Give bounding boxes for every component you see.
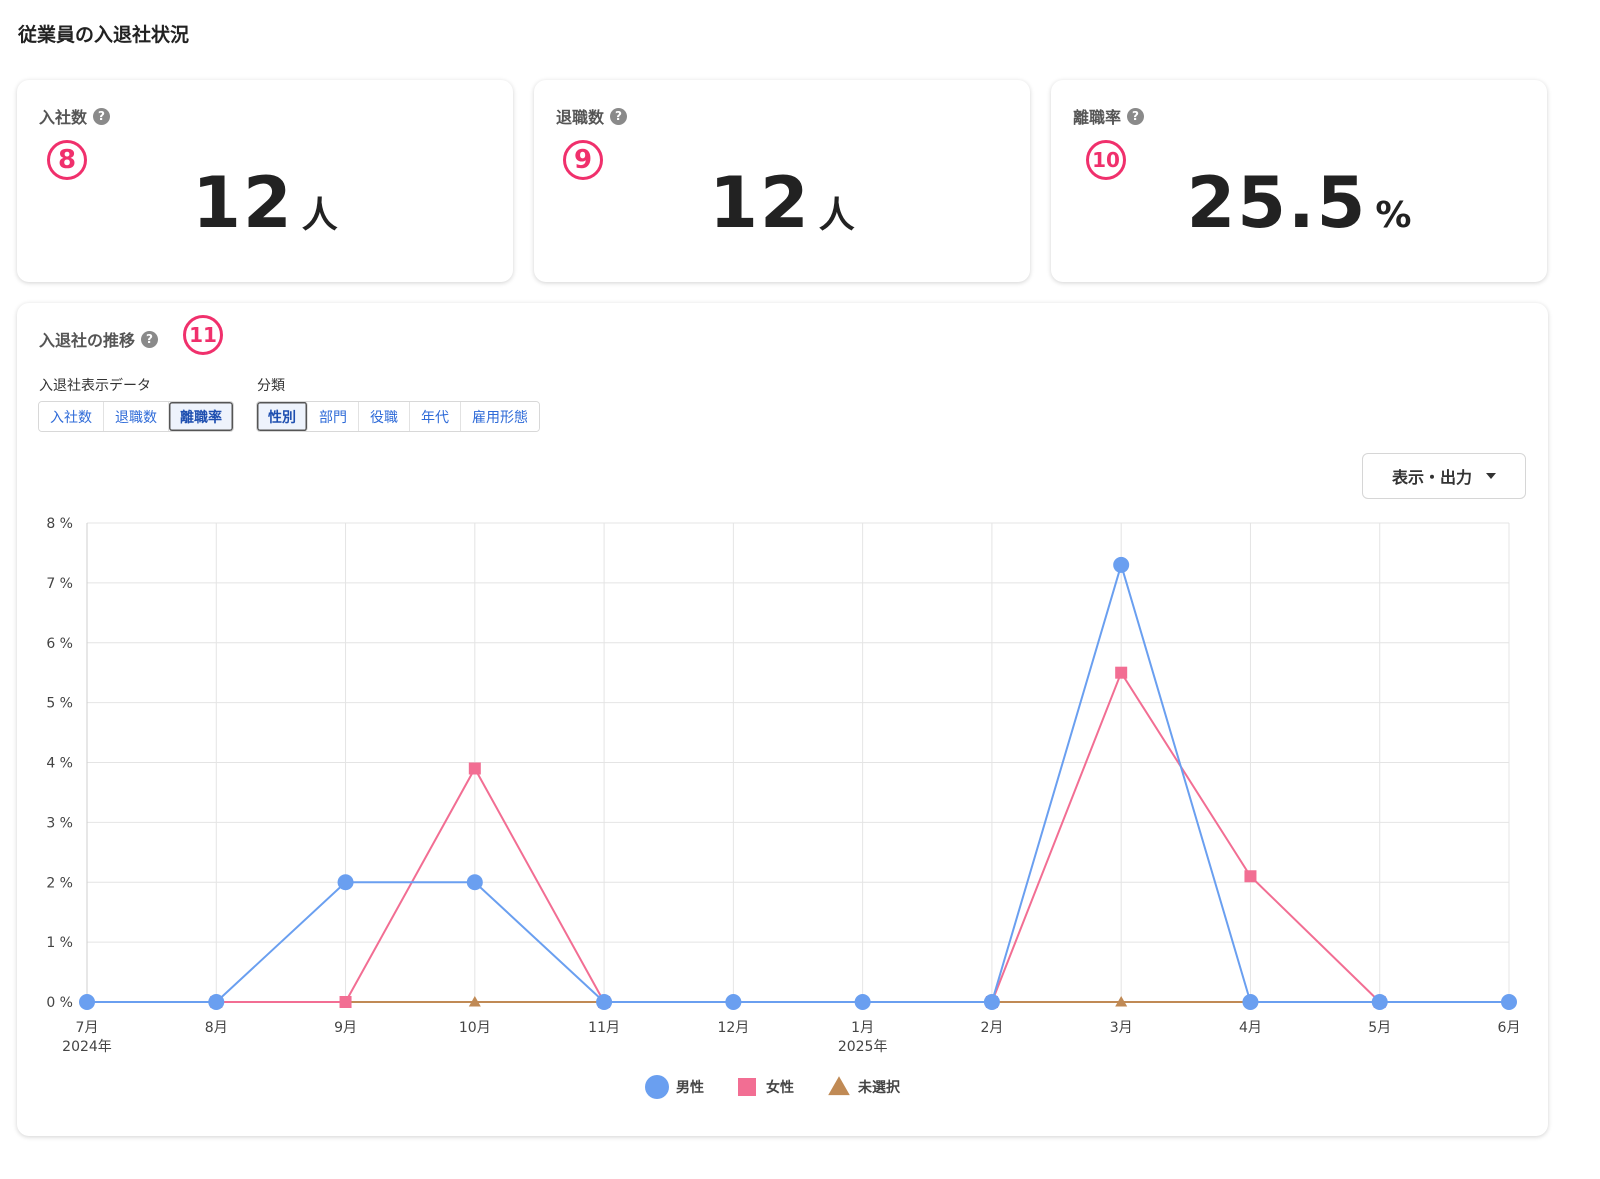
help-icon[interactable]: ? <box>93 107 111 125</box>
x-tick-year-label: 2024年 <box>62 1039 112 1055</box>
x-tick-label: 4月 <box>1239 1020 1262 1036</box>
kpi-unit: % <box>1375 195 1412 236</box>
legend-label: 女性 <box>766 1079 794 1096</box>
x-tick-label: 7月 <box>76 1020 99 1036</box>
x-tick-label: 1月 <box>851 1020 874 1036</box>
y-tick-label: 1 % <box>46 935 73 951</box>
legend-label: 未選択 <box>858 1079 901 1096</box>
kpi-card-turnover: 離職率 ? 10 25.5% <box>1051 80 1547 282</box>
kpi-number: 25.5 <box>1186 162 1368 244</box>
x-tick-label: 9月 <box>334 1020 357 1036</box>
kpi-value: 12 人 <box>17 162 513 244</box>
data-point <box>468 762 481 775</box>
page-title: 従業員の入退社状況 <box>18 24 190 46</box>
kpi-card-leavers: 退職数 ? 9 12 人 <box>534 80 1030 282</box>
data-point <box>1242 994 1259 1010</box>
trend-card: 入退社の推移 ? 11 入退社表示データ 入社数 退職数 離職率 分類 性別 部門 役職… <box>17 303 1548 1136</box>
data-point <box>854 994 871 1010</box>
data-point <box>79 994 95 1010</box>
kpi-label-text: 離職率 <box>1073 108 1122 127</box>
x-tick-label: 5月 <box>1368 1020 1391 1036</box>
kpi-label: 離職率 ? <box>1073 104 1145 128</box>
kpi-label: 入社数 ? <box>39 104 111 128</box>
data-point <box>208 994 225 1010</box>
x-tick-year-label: 2025年 <box>838 1039 888 1055</box>
data-point <box>1113 556 1130 573</box>
x-tick-label: 11月 <box>588 1020 620 1036</box>
x-tick-label: 6月 <box>1498 1020 1521 1036</box>
kpi-value: 25.5% <box>1051 162 1547 244</box>
legend-marker <box>828 1076 850 1096</box>
data-point <box>339 996 352 1008</box>
legend-marker <box>738 1078 756 1096</box>
x-tick-label: 3月 <box>1110 1020 1133 1036</box>
data-point <box>983 994 1000 1010</box>
data-point <box>725 994 742 1010</box>
series-line <box>990 670 1381 1003</box>
x-tick-label: 2月 <box>980 1020 1003 1036</box>
y-tick-label: 2 % <box>46 875 73 891</box>
series-line <box>216 766 605 1003</box>
legend-label: 男性 <box>676 1079 704 1096</box>
y-tick-label: 3 % <box>46 815 73 831</box>
line-chart: 0 % 1 % 2 % 3 % 4 % 5 % 6 % 7 % 8 % 7月 2024年 8月 9月 10… <box>46 516 1521 1099</box>
kpi-label: 退職数 ? <box>556 104 628 128</box>
kpi-number: 12 <box>709 162 811 244</box>
x-tick-label: 10月 <box>459 1020 491 1036</box>
kpi-number: 12 <box>192 162 294 244</box>
y-tick-label: 7 % <box>46 576 73 592</box>
help-icon[interactable]: ? <box>1127 107 1145 125</box>
data-point <box>1371 994 1388 1010</box>
x-tick-label: 12月 <box>717 1020 749 1036</box>
kpi-unit: 人 <box>818 195 855 236</box>
help-icon[interactable]: ? <box>610 107 628 125</box>
y-tick-label: 0 % <box>46 995 73 1011</box>
data-point <box>596 994 613 1010</box>
kpi-unit: 人 <box>301 195 338 236</box>
y-tick-label: 4 % <box>46 756 73 772</box>
kpi-label-text: 入社数 <box>39 108 88 127</box>
data-point <box>337 874 354 891</box>
data-point <box>466 874 483 891</box>
data-point <box>1115 666 1128 679</box>
x-tick-label: 8月 <box>205 1020 228 1036</box>
data-point <box>1501 994 1517 1010</box>
kpi-value: 12 人 <box>534 162 1030 244</box>
y-tick-label: 8 % <box>46 516 73 532</box>
y-tick-label: 5 % <box>46 696 73 712</box>
data-point <box>1244 870 1257 883</box>
kpi-card-hires: 入社数 ? 8 12 人 <box>17 80 513 282</box>
legend-marker <box>645 1075 669 1099</box>
series-line <box>87 561 1509 1003</box>
kpi-label-text: 退職数 <box>556 108 605 127</box>
y-tick-label: 6 % <box>46 636 73 652</box>
